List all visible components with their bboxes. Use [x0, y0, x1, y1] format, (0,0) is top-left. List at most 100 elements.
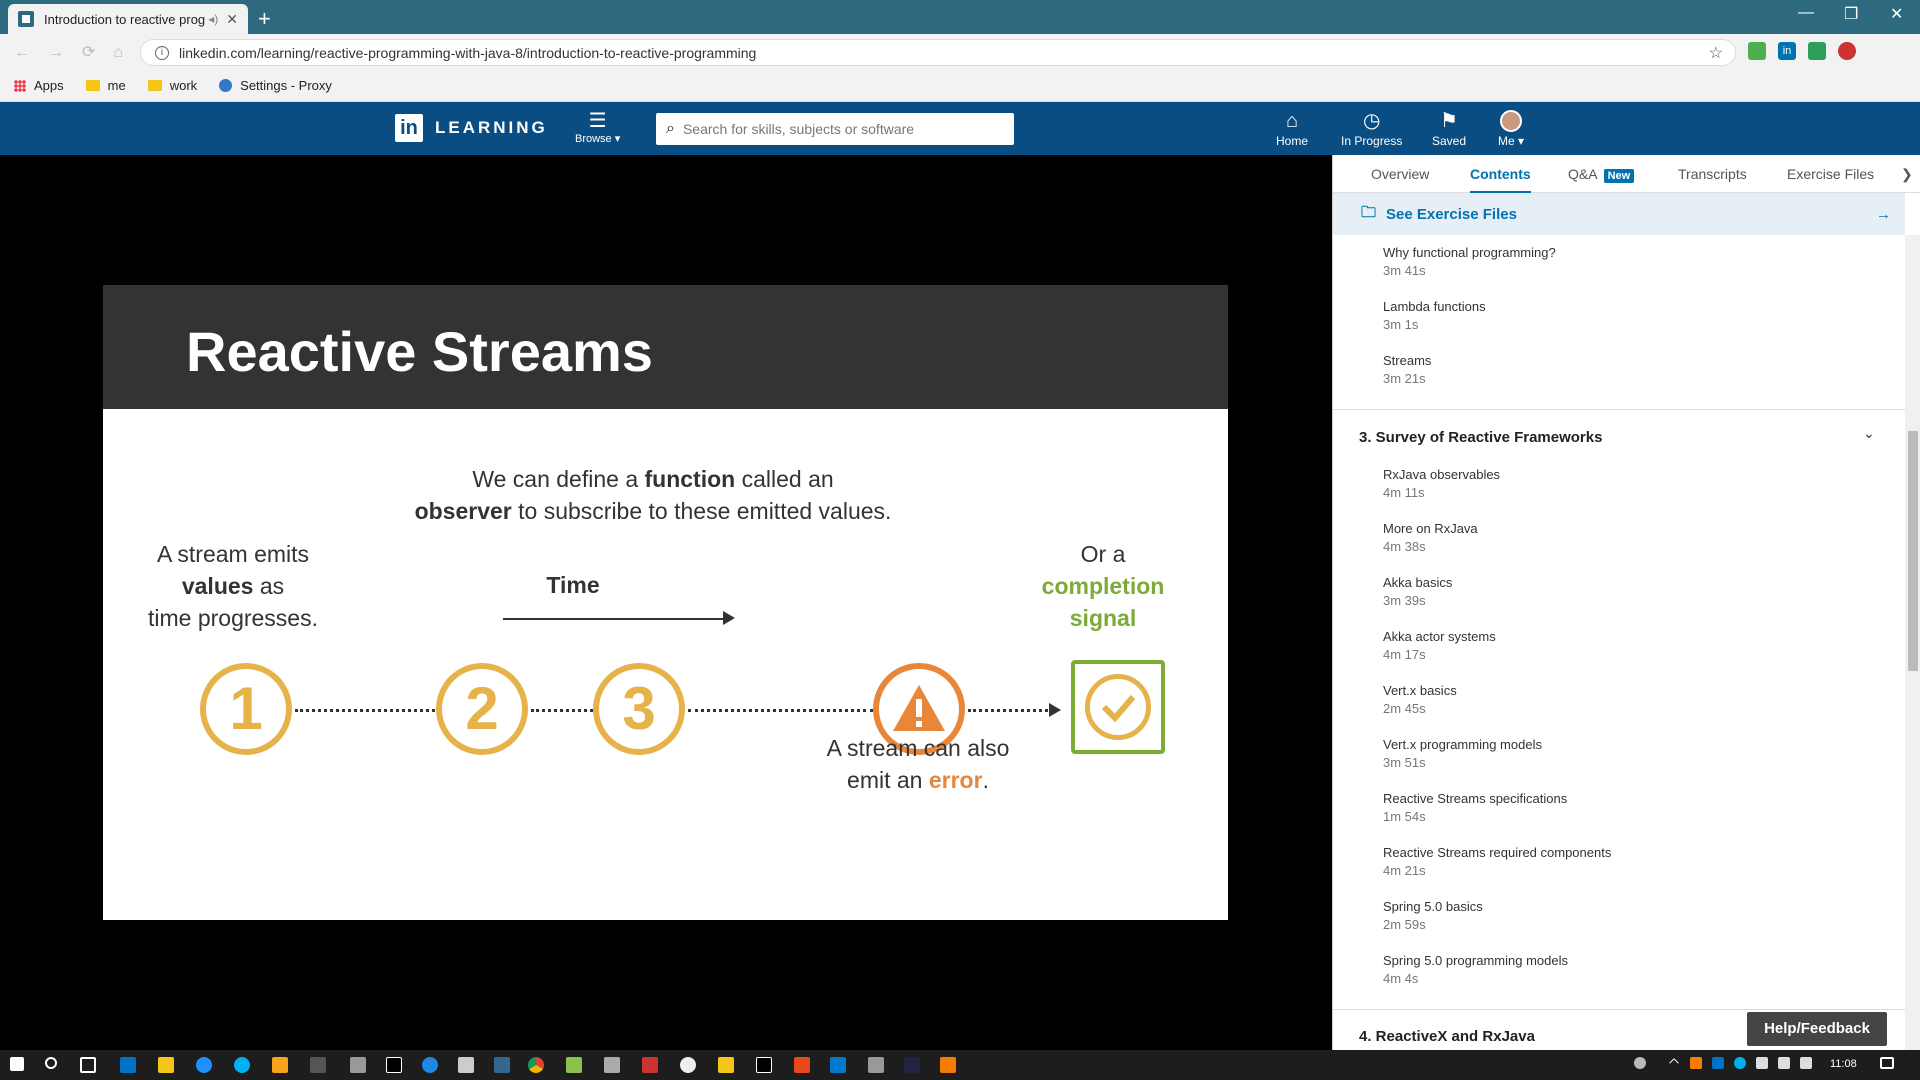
nav-saved[interactable]: ⚑ Saved — [1432, 108, 1466, 148]
chevron-up-icon[interactable] — [1668, 1057, 1680, 1069]
skype-icon[interactable] — [234, 1057, 250, 1073]
tab-label: Q&A — [1568, 166, 1598, 182]
nav-me[interactable]: Me ▾ — [1498, 108, 1524, 148]
browser-tab[interactable]: Introduction to reactive prog ◂) ✕ — [8, 4, 248, 34]
tray-icon[interactable] — [1734, 1057, 1746, 1069]
tabs-scroll-right-icon[interactable]: ❯ — [1901, 166, 1913, 183]
postgres-icon[interactable] — [494, 1057, 510, 1073]
video-player[interactable]: Reactive Streams We can define a functio… — [0, 155, 1332, 1050]
close-tab-icon[interactable]: ✕ — [226, 11, 238, 28]
timeline-dash — [688, 709, 873, 712]
search-icon[interactable] — [45, 1057, 57, 1069]
scrollbar-thumb[interactable] — [1908, 431, 1918, 671]
lesson-item[interactable]: More on RxJava 4m 38s — [1383, 521, 1478, 554]
app-icon[interactable] — [940, 1057, 956, 1073]
vscode-icon[interactable] — [830, 1057, 846, 1073]
sidebar-tabs: Overview Contents Q&A New Transcripts Exe… — [1333, 155, 1920, 193]
tab-qa[interactable]: Q&A New — [1568, 166, 1635, 183]
bookmark-apps[interactable]: Apps — [14, 78, 64, 93]
bookmark-settings-proxy[interactable]: Settings - Proxy — [219, 78, 332, 93]
cmd-icon[interactable] — [310, 1057, 326, 1073]
file-explorer-icon[interactable] — [158, 1057, 174, 1073]
lesson-item[interactable]: Vert.x programming models 3m 51s — [1383, 737, 1542, 770]
navigation-icons[interactable]: ←→⟳⌂ — [14, 42, 141, 62]
clock[interactable]: 11:08 — [1830, 1058, 1857, 1070]
bookmark-star-icon[interactable]: ☆ — [1709, 43, 1723, 63]
new-tab-button[interactable]: + — [258, 6, 271, 32]
extension-icon[interactable] — [1748, 42, 1766, 60]
close-window-icon[interactable]: ✕ — [1890, 4, 1903, 24]
bookmark-work[interactable]: work — [147, 78, 197, 93]
section-header-4[interactable]: 4. ReactiveX and RxJava — [1359, 1028, 1535, 1045]
windows-start-icon[interactable] — [10, 1057, 24, 1071]
linkedin-learning-logo[interactable]: in LEARNING — [395, 114, 548, 142]
lesson-item[interactable]: Vert.x basics 2m 45s — [1383, 683, 1457, 716]
ie-icon[interactable] — [196, 1057, 212, 1073]
app-icon[interactable] — [642, 1057, 658, 1073]
bookmark-me[interactable]: me — [85, 78, 126, 93]
app-icon[interactable] — [422, 1057, 438, 1073]
app-icon[interactable] — [904, 1057, 920, 1073]
search-input[interactable]: ⌕ Search for skills, subjects or softwar… — [656, 113, 1014, 145]
app-icon[interactable] — [272, 1057, 288, 1073]
extension-icon[interactable] — [1808, 42, 1826, 60]
lesson-item[interactable]: Streams 3m 21s — [1383, 353, 1431, 386]
linkedin-extension-icon[interactable]: in — [1778, 42, 1796, 60]
audio-icon[interactable]: ◂) — [208, 12, 218, 26]
timeline-dash — [531, 709, 593, 712]
tray-icon[interactable] — [1690, 1057, 1702, 1069]
lesson-item[interactable]: Spring 5.0 programming models 4m 4s — [1383, 953, 1568, 986]
app-icon[interactable] — [680, 1057, 696, 1073]
left-text: as — [253, 573, 285, 599]
site-info-icon[interactable]: i — [155, 45, 169, 60]
notifications-icon[interactable] — [1880, 1057, 1894, 1069]
sticky-notes-icon[interactable] — [718, 1057, 734, 1073]
tab-overview[interactable]: Overview — [1371, 166, 1429, 182]
nav-in-progress[interactable]: ◷ In Progress — [1341, 108, 1402, 148]
section-header-3[interactable]: 3. Survey of Reactive Frameworks — [1359, 429, 1602, 446]
restore-icon[interactable]: ❐ — [1844, 4, 1858, 24]
profile-avatar-icon[interactable] — [1838, 42, 1856, 60]
lesson-item[interactable]: Reactive Streams specifications 1m 54s — [1383, 791, 1567, 824]
app-icon[interactable] — [458, 1057, 474, 1073]
tray-icon[interactable] — [1712, 1057, 1724, 1069]
lesson-item[interactable]: Akka basics 3m 39s — [1383, 575, 1452, 608]
see-exercise-files-link[interactable]: 🗀 See Exercise Files → — [1333, 193, 1905, 235]
app-icon[interactable] — [794, 1057, 810, 1073]
minimize-icon[interactable]: — — [1798, 4, 1814, 22]
tab-transcripts[interactable]: Transcripts — [1678, 166, 1747, 182]
app-icon[interactable] — [868, 1057, 884, 1073]
chrome-icon[interactable] — [528, 1057, 544, 1073]
app-icon[interactable] — [566, 1057, 582, 1073]
help-feedback-button[interactable]: Help/Feedback — [1747, 1012, 1887, 1046]
network-icon[interactable] — [1778, 1057, 1790, 1069]
people-icon[interactable] — [1634, 1057, 1646, 1069]
lesson-item[interactable]: Reactive Streams required components 4m 2… — [1383, 845, 1611, 878]
lesson-item[interactable]: Why functional programming? 3m 41s — [1383, 245, 1556, 278]
lesson-item[interactable]: RxJava observables 4m 11s — [1383, 467, 1500, 500]
linkedin-learning-favicon-icon — [18, 11, 34, 27]
section-divider — [1333, 409, 1905, 410]
intellij-icon[interactable] — [386, 1057, 402, 1073]
app-icon[interactable] — [350, 1057, 366, 1073]
tab-exercise-files[interactable]: Exercise Files — [1787, 166, 1874, 182]
tray-icon[interactable] — [1756, 1057, 1768, 1069]
chevron-down-icon[interactable]: ⌄ — [1863, 425, 1875, 442]
bookmark-label: Apps — [34, 78, 64, 93]
nav-home[interactable]: ⌂ Home — [1276, 108, 1308, 148]
lesson-item[interactable]: Lambda functions 3m 1s — [1383, 299, 1486, 332]
browse-menu-button[interactable]: ☰ Browse ▾ — [575, 110, 620, 145]
app-icon[interactable] — [604, 1057, 620, 1073]
outlook-icon[interactable] — [120, 1057, 136, 1073]
tab-contents[interactable]: Contents — [1470, 166, 1531, 193]
lesson-title: RxJava observables — [1383, 467, 1501, 482]
lesson-item[interactable]: Akka actor systems 4m 17s — [1383, 629, 1496, 662]
address-bar[interactable]: i linkedin.com/learning/reactive-program… — [140, 39, 1736, 66]
lesson-item[interactable]: Spring 5.0 basics 2m 59s — [1383, 899, 1483, 932]
extensions-area: in — [1748, 42, 1856, 60]
volume-icon[interactable] — [1800, 1057, 1812, 1069]
bookmark-icon: ⚑ — [1440, 110, 1458, 132]
lesson-duration: 4m 4s — [1383, 971, 1419, 986]
app-icon[interactable] — [756, 1057, 772, 1073]
task-view-icon[interactable] — [80, 1057, 96, 1073]
